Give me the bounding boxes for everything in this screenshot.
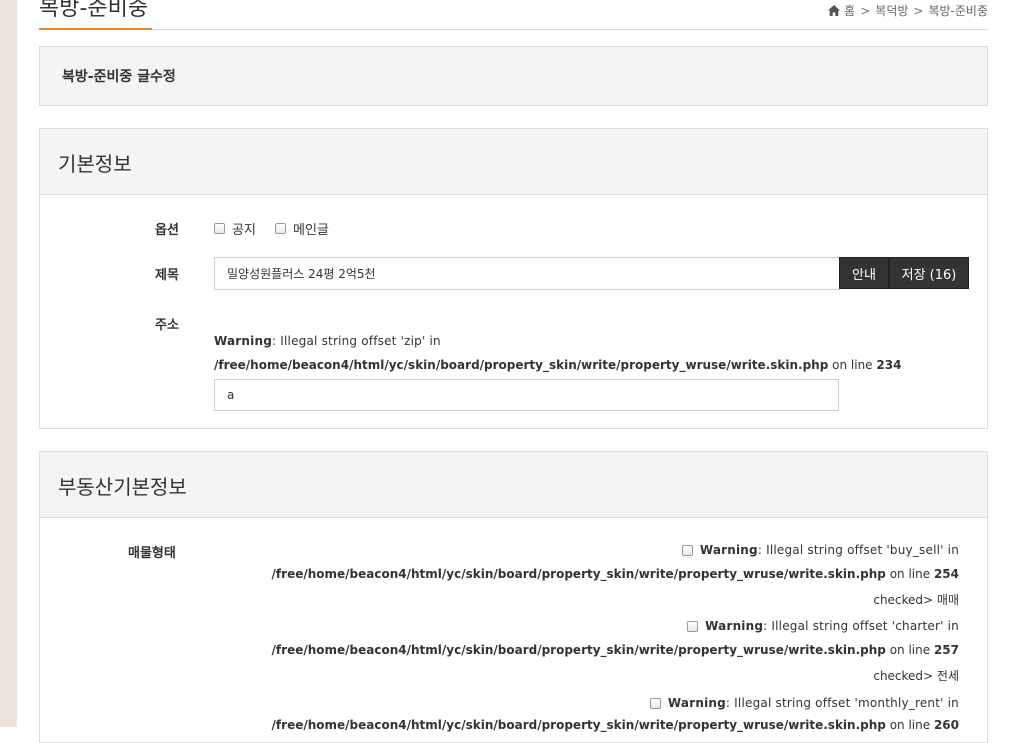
warning-monthly-rent-text: : Illegal string offset 'monthly_rent' i…	[725, 696, 959, 710]
main-post-checkbox[interactable]	[275, 223, 286, 234]
options-label: 옵션	[155, 223, 179, 238]
address-input[interactable]: a	[214, 379, 839, 411]
realestate-heading: 부동산기본정보	[58, 475, 187, 499]
breadcrumb-board-group[interactable]: 복덕방	[875, 2, 908, 19]
warning-label: Warning	[699, 543, 758, 557]
warning-monthly-rent: Warning: Illegal string offset 'monthly_…	[649, 696, 959, 710]
left-edge-strip	[0, 0, 17, 727]
file-path: /free/home/beacon4/html/yc/skin/board/pr…	[271, 567, 886, 581]
warning-zip-text: : Illegal string offset 'zip' in	[272, 334, 441, 348]
home-icon	[828, 5, 841, 16]
breadcrumb-home[interactable]: 홈	[844, 2, 855, 19]
warning-zip-path: /free/home/beacon4/html/yc/skin/board/pr…	[214, 358, 901, 372]
realestate-panel-header: 부동산기본정보	[40, 452, 987, 518]
warning-charter-text: : Illegal string offset 'charter' in	[763, 619, 959, 633]
on-line-text: on line	[889, 643, 931, 657]
charter-checkbox[interactable]	[687, 620, 699, 632]
main-post-option[interactable]: 메인글	[275, 219, 329, 238]
notice-checkbox[interactable]	[214, 223, 225, 234]
line-number: 260	[933, 718, 959, 732]
breadcrumb-current[interactable]: 복방-준비중	[928, 2, 988, 19]
address-label: 주소	[155, 318, 179, 333]
warning-buy-sell-text: : Illegal string offset 'buy_sell' in	[757, 543, 959, 557]
page-title: 복방-준비중	[39, 0, 149, 21]
basic-info-heading: 기본정보	[58, 152, 132, 176]
main-post-option-label: 메인글	[293, 223, 329, 238]
edit-title-box: 복방-준비중 글수정	[39, 46, 988, 106]
on-line-text: on line	[889, 567, 931, 581]
buy-sell-checkbox[interactable]	[681, 544, 693, 556]
property-type-label: 매물형태	[128, 546, 176, 561]
file-path: /free/home/beacon4/html/yc/skin/board/pr…	[271, 643, 886, 657]
line-number: 234	[876, 358, 902, 372]
title-divider	[152, 29, 988, 30]
chevron-right-icon: >	[913, 3, 924, 18]
file-path: /free/home/beacon4/html/yc/skin/board/pr…	[214, 358, 829, 372]
warning-buy-sell-path: /free/home/beacon4/html/yc/skin/board/pr…	[272, 567, 959, 581]
warning-zip: Warning: Illegal string offset 'zip' in	[214, 334, 441, 348]
basic-info-panel-header: 기본정보	[40, 129, 987, 195]
warning-buy-sell: Warning: Illegal string offset 'buy_sell…	[681, 543, 959, 557]
warning-charter: Warning: Illegal string offset 'charter'…	[687, 619, 959, 633]
title-accent-underline	[39, 28, 152, 30]
warning-label: Warning	[705, 619, 764, 633]
on-line-text: on line	[832, 358, 873, 372]
edit-title: 복방-준비중 글수정	[62, 69, 176, 85]
warning-monthly-rent-path: /free/home/beacon4/html/yc/skin/board/pr…	[272, 718, 959, 732]
warning-label: Warning	[667, 696, 726, 710]
warning-label: Warning	[214, 334, 273, 348]
file-path: /free/home/beacon4/html/yc/skin/board/pr…	[271, 718, 886, 732]
charter-option-label: checked> 전세	[873, 669, 959, 683]
notice-option[interactable]: 공지	[214, 219, 256, 238]
warning-charter-path: /free/home/beacon4/html/yc/skin/board/pr…	[272, 643, 959, 657]
chevron-right-icon: >	[860, 3, 871, 18]
subject-input[interactable]: 밀양성원플러스 24평 2억5천	[214, 257, 840, 290]
save-button[interactable]: 저장 (16)	[889, 257, 969, 289]
line-number: 257	[933, 643, 959, 657]
monthly-rent-checkbox[interactable]	[649, 697, 661, 709]
line-number: 254	[933, 567, 959, 581]
subject-label: 제목	[155, 268, 179, 283]
breadcrumb: 홈 > 복덕방 > 복방-준비중	[828, 2, 988, 19]
notice-option-label: 공지	[232, 223, 256, 238]
guide-button[interactable]: 안내	[839, 257, 889, 289]
buy-sell-option-label: checked> 매매	[873, 593, 959, 607]
on-line-text: on line	[889, 718, 931, 732]
